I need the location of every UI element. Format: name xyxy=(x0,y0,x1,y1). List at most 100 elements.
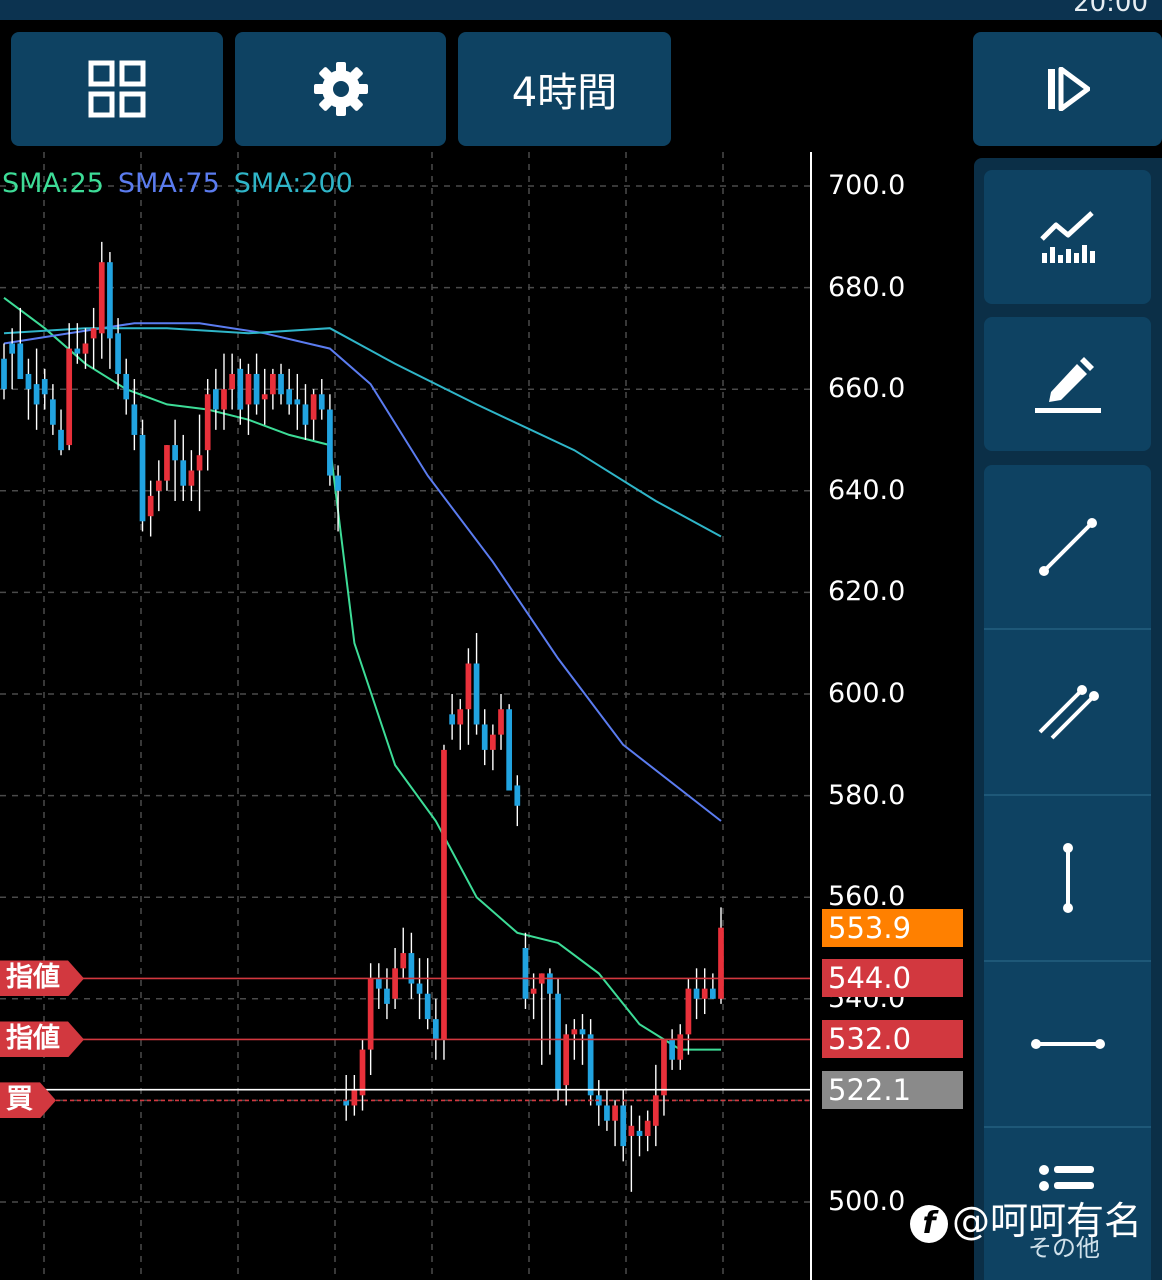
candle-body xyxy=(172,445,178,461)
horizontal-line-tool[interactable] xyxy=(984,962,1151,1126)
price-tick-label: 580.0 xyxy=(828,779,906,811)
candle-body xyxy=(115,333,121,374)
candle-body xyxy=(514,785,521,806)
candle-body xyxy=(278,373,284,395)
candle-body xyxy=(693,988,700,999)
candle-body xyxy=(718,927,724,999)
price-chart[interactable] xyxy=(0,152,812,1280)
candle-body xyxy=(563,1034,570,1086)
candle-body xyxy=(677,1034,684,1060)
candle-body xyxy=(498,709,504,735)
candle-body xyxy=(441,749,447,1040)
price-tag-position: 522.1 xyxy=(822,1070,963,1109)
candle-body xyxy=(620,1105,627,1147)
candle-body xyxy=(82,343,89,354)
candle-body xyxy=(530,988,537,994)
candle-body xyxy=(481,724,488,750)
indicator-button[interactable] xyxy=(984,170,1151,304)
candle-body xyxy=(424,993,431,1020)
candle-body xyxy=(335,475,341,491)
candle-body xyxy=(628,1125,635,1136)
candle-body xyxy=(261,394,268,400)
candlestick-chart xyxy=(0,152,810,1280)
candle-body xyxy=(17,343,24,380)
candle-body xyxy=(196,455,203,471)
candle-body xyxy=(473,663,480,725)
grid-icon xyxy=(88,60,146,118)
candle-body xyxy=(359,1049,366,1096)
candle-body xyxy=(1,358,7,390)
sma200-legend: SMA:200 xyxy=(233,168,353,199)
candle-body xyxy=(587,1034,594,1096)
candle-body xyxy=(318,394,325,410)
candle-body xyxy=(555,993,561,1091)
candle-body xyxy=(636,1130,643,1136)
candle-body xyxy=(661,1039,667,1096)
candle-body xyxy=(416,983,423,994)
watermark: f @呵呵有名 xyxy=(910,1190,1142,1245)
candle-body xyxy=(253,373,260,405)
candle-body xyxy=(107,262,113,339)
candle-body xyxy=(351,1090,358,1106)
chart-indicator-icon xyxy=(1039,211,1095,263)
price-tag-limit: 544.0 xyxy=(822,959,963,998)
candle-body xyxy=(90,328,97,339)
candle-body xyxy=(310,394,317,420)
price-tick-label: 680.0 xyxy=(828,271,906,303)
candle-body xyxy=(204,394,211,451)
sma-line-sma25 xyxy=(3,296,721,1051)
layout-grid-button[interactable] xyxy=(11,32,223,146)
candle-body xyxy=(74,348,81,354)
candle-body xyxy=(522,948,529,999)
candle-body xyxy=(98,262,105,334)
candle-body xyxy=(41,379,48,395)
candle-body xyxy=(506,709,513,791)
play-step-icon xyxy=(1047,67,1090,111)
candle-body xyxy=(221,389,227,410)
candle-body xyxy=(229,373,235,390)
candle-body xyxy=(237,368,244,410)
candle-body xyxy=(571,1029,578,1035)
candle-body xyxy=(710,988,716,999)
timeframe-label: 4時間 xyxy=(511,70,618,116)
price-tick-label: 640.0 xyxy=(828,474,906,506)
vertical-line-tool[interactable] xyxy=(984,796,1151,960)
candle-body xyxy=(147,495,154,517)
candle-body xyxy=(155,480,162,491)
settings-button[interactable] xyxy=(235,32,446,146)
price-tag-limit: 532.0 xyxy=(822,1020,963,1059)
candle-body xyxy=(66,348,73,446)
price-tick-label: 560.0 xyxy=(828,881,906,913)
candle-body xyxy=(547,973,553,994)
price-tick-label: 700.0 xyxy=(828,170,906,201)
candle-body xyxy=(180,460,187,486)
trendline-icon xyxy=(1038,517,1097,576)
order-label[interactable]: 指値 xyxy=(0,1021,84,1058)
candle-body xyxy=(644,1120,651,1136)
candle-body xyxy=(188,470,195,486)
price-tag-last: 553.9 xyxy=(822,909,963,948)
candle-body xyxy=(701,988,708,999)
candle-body xyxy=(465,663,472,710)
gear-icon xyxy=(313,62,368,116)
trendline-tool[interactable] xyxy=(984,465,1151,628)
candle-body xyxy=(123,373,130,400)
candle-body xyxy=(33,384,40,405)
candle-body xyxy=(579,1029,586,1035)
candle-body xyxy=(449,714,455,725)
candle-body xyxy=(612,1105,618,1121)
sma25-legend: SMA:25 xyxy=(2,168,104,199)
vertical-line-icon xyxy=(1062,843,1073,913)
timeframe-button[interactable]: 4時間 xyxy=(458,32,671,146)
watermark-logo: f xyxy=(910,1204,948,1243)
pencil-icon xyxy=(1034,357,1101,413)
step-forward-button[interactable] xyxy=(973,32,1162,146)
draw-button[interactable] xyxy=(984,317,1151,451)
candle-body xyxy=(432,1019,439,1040)
order-label[interactable]: 指値 xyxy=(0,960,84,997)
sma-line-sma75 xyxy=(3,322,722,822)
watermark-text: @呵呵有名 xyxy=(952,1199,1143,1243)
parallel-line-tool[interactable] xyxy=(984,630,1151,794)
status-bar: 20:00 xyxy=(0,0,1162,20)
candle-body xyxy=(9,343,15,354)
